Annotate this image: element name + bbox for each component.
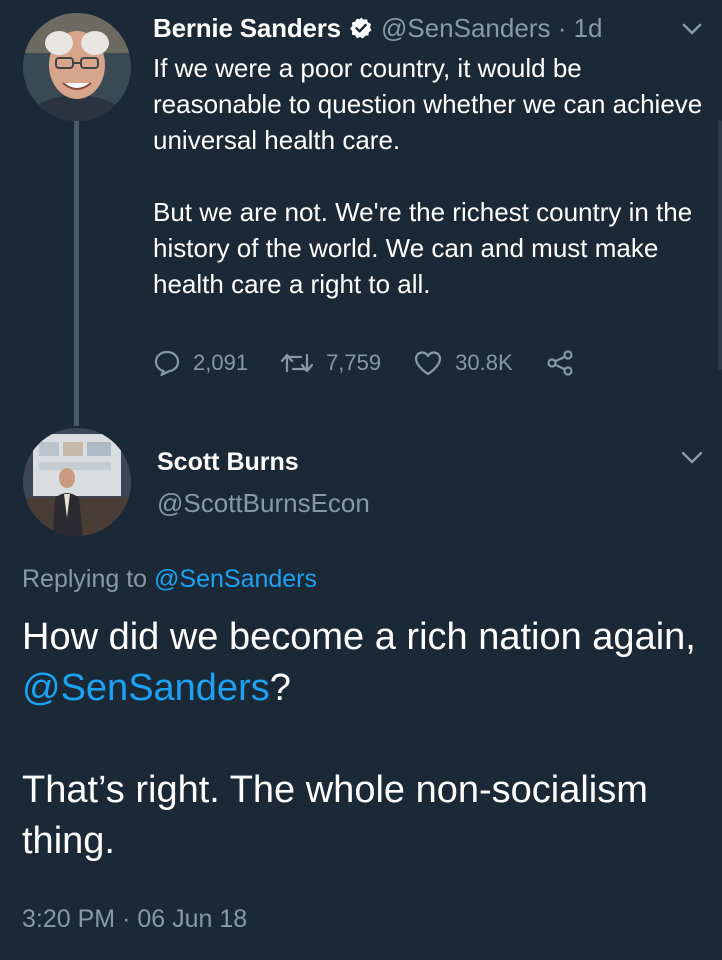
tweet-text: If we were a poor country, it would be r… [153,50,713,302]
reply-button[interactable]: 2,091 [153,349,248,377]
share-button[interactable] [545,349,587,377]
mention-link[interactable]: @SenSanders [22,667,270,709]
verified-badge-icon [350,17,372,39]
avatar-scott-burns[interactable] [23,428,131,536]
chevron-down-icon[interactable] [680,450,704,466]
like-count: 30.8K [455,350,513,375]
chevron-down-icon[interactable] [681,22,703,36]
reply-icon [154,350,180,376]
author-handle[interactable]: @SenSanders · 1d [381,13,603,44]
tweet-age: 1d [573,12,603,43]
replying-to-mention[interactable]: @SenSanders [154,565,317,593]
like-icon [415,351,442,376]
reply-paragraph: How did we become a rich nation again, @… [22,616,696,709]
tweet-paragraph: If we were a poor country, it would be r… [153,53,703,155]
author-name[interactable]: Bernie Sanders [153,13,341,44]
tweet-timestamp: 3:20 PM · 06 Jun 18 [22,905,248,933]
reply-count: 2,091 [193,350,249,375]
tweet-actions: 2,091 7,759 30.8K [153,343,653,383]
tweet-paragraph: But we are not. We're the richest countr… [153,197,693,299]
replying-to: Replying to @SenSanders [22,565,317,594]
scrollbar[interactable] [718,120,722,370]
retweet-button[interactable]: 7,759 [280,349,381,377]
thread-line [74,120,79,426]
reply-author-handle[interactable]: @ScottBurnsEcon [157,488,370,519]
share-icon [547,350,573,376]
avatar-bernie-sanders[interactable] [23,13,131,121]
reply-text: How did we become a rich nation again, @… [22,612,712,867]
reply-paragraph: That’s right. The whole non-socialism th… [22,769,648,862]
retweet-icon [280,353,314,373]
tweet-header: Bernie Sanders @SenSanders · 1d [153,8,713,48]
retweet-count: 7,759 [326,350,382,375]
like-button[interactable]: 30.8K [413,349,513,377]
replying-to-label: Replying to [22,565,148,593]
reply-author-name[interactable]: Scott Burns [157,448,299,477]
